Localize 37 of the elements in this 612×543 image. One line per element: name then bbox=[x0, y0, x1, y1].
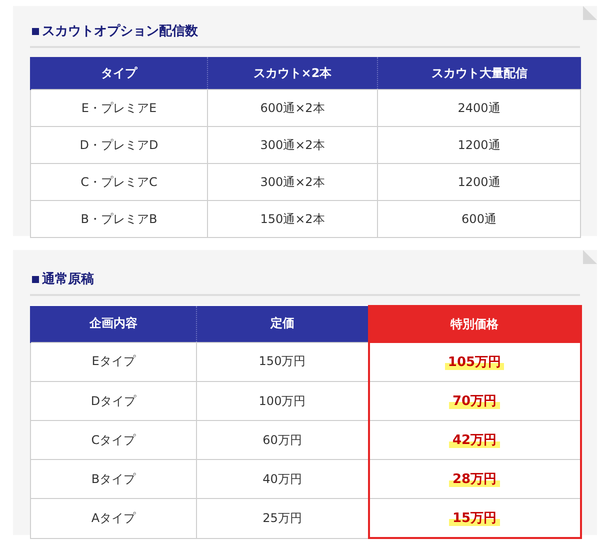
column-header: 定価 bbox=[196, 306, 368, 342]
table-cell: 300通×2本 bbox=[260, 138, 325, 152]
table-cell: 25万円 bbox=[262, 510, 302, 525]
column-header: 企画内容 bbox=[30, 306, 196, 342]
table-cell: E・プレミアE bbox=[81, 100, 157, 114]
table-cell: 60万円 bbox=[262, 432, 302, 446]
table-cell: 600通×2本 bbox=[260, 100, 325, 114]
square-bullet-icon bbox=[32, 276, 39, 282]
table-cell: Eタイプ bbox=[92, 354, 136, 368]
table-cell: B・プレミアB bbox=[80, 212, 158, 226]
table-cell: 300通×2本 bbox=[260, 174, 325, 188]
table-cell: Cタイプ bbox=[91, 432, 136, 446]
table-cell: Aタイプ bbox=[91, 510, 136, 525]
table-cell: Dタイプ bbox=[90, 394, 136, 408]
table-cell: 100万円 bbox=[258, 394, 306, 408]
column-header: スカウト×2本 bbox=[208, 57, 378, 90]
square-bullet-icon bbox=[32, 28, 39, 34]
table-cell: 1200通 bbox=[458, 174, 500, 188]
column-header: 特別価格 bbox=[368, 306, 580, 342]
column-header: スカウト大量配信 bbox=[378, 57, 580, 90]
table-cell: 150万円 bbox=[258, 354, 306, 368]
fold-corner-icon bbox=[583, 6, 597, 20]
table-cell: 150通×2本 bbox=[260, 212, 325, 226]
section-title: スカウトオプション配信数 bbox=[42, 22, 198, 40]
table-cell: D・プレミアD bbox=[80, 138, 158, 152]
special-price: 15万円 bbox=[449, 511, 500, 526]
table-cell: 600通 bbox=[462, 212, 496, 226]
table-cell: 1200通 bbox=[458, 138, 500, 152]
table-cell: Bタイプ bbox=[91, 472, 136, 486]
special-price: 70万円 bbox=[449, 394, 500, 409]
fold-corner-icon bbox=[583, 250, 597, 264]
table-cell: 40万円 bbox=[262, 472, 302, 486]
special-price: 105万円 bbox=[444, 355, 504, 370]
column-header: タイプ bbox=[30, 57, 208, 90]
table-cell: 2400通 bbox=[458, 100, 500, 114]
table-cell: C・プレミアC bbox=[80, 174, 158, 188]
section-title: 通常原稿 bbox=[42, 270, 94, 288]
